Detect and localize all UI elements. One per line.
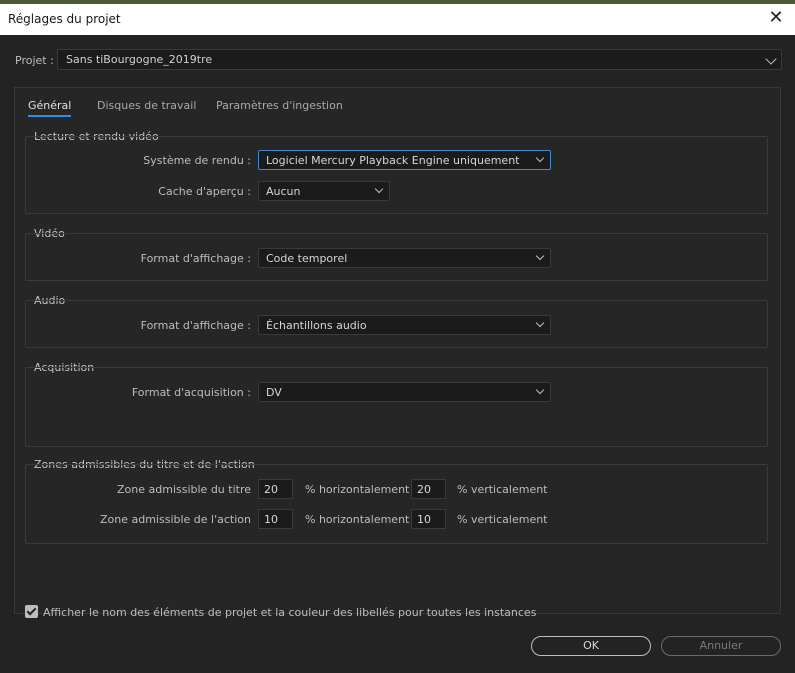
chevron-down-icon [535,318,545,328]
tab-general[interactable]: Général [28,99,72,117]
video-display-format-select[interactable]: Code temporel [258,248,551,268]
action-safe-horizontal-unit: % horizontalement [305,513,410,526]
dialog-body: Projet : Sans tiBourgogne_2019tre Généra… [0,35,795,673]
chevron-down-icon [535,251,545,261]
chevron-down-icon [535,385,545,395]
capture-format-select[interactable]: DV [258,382,551,402]
show-names-label: Afficher le nom des éléments de projet e… [43,606,537,619]
show-names-checkbox[interactable] [25,605,38,618]
renderer-select[interactable]: Logiciel Mercury Playback Engine uniquem… [258,150,551,170]
chevron-down-icon [765,53,777,65]
action-safe-vertical-unit: % verticalement [457,513,548,526]
audio-display-format-label: Format d'affichage : [140,319,251,332]
group-box-safe-margins [25,464,768,544]
group-box-playback [25,136,768,214]
title-safe-label: Zone admissible du titre [117,483,251,496]
chevron-down-icon [535,153,545,163]
action-safe-horizontal-input[interactable]: 10 [258,509,293,529]
renderer-label: Système de rendu : [143,154,251,167]
window-title: Réglages du projet [8,12,121,26]
video-display-format-label: Format d'affichage : [140,252,251,265]
ok-button[interactable]: OK [531,636,651,656]
preview-cache-select-value: Aucun [266,185,301,198]
settings-panel: Général Disques de travail Paramètres d'… [14,87,781,619]
group-box-capture [25,367,768,447]
project-select[interactable]: Sans tiBourgogne_2019tre [57,49,782,70]
project-select-value: Sans tiBourgogne_2019tre [66,53,213,66]
title-safe-horizontal-unit: % horizontalement [305,483,410,496]
video-display-format-value: Code temporel [266,252,348,265]
audio-display-format-value: Échantillons audio [266,319,367,332]
tab-scratch-disks[interactable]: Disques de travail [97,99,196,112]
action-safe-vertical-input[interactable]: 10 [411,509,446,529]
action-safe-label: Zone admissible de l'action [99,513,251,526]
action-safe-horizontal-value: 10 [264,513,278,526]
capture-format-value: DV [266,386,282,399]
preview-cache-select[interactable]: Aucun [258,181,390,201]
preview-cache-label: Cache d'aperçu : [158,185,251,198]
title-safe-vertical-unit: % verticalement [457,483,548,496]
action-safe-vertical-value: 10 [417,513,431,526]
capture-format-label: Format d'acquisition : [131,386,251,399]
title-safe-horizontal-input[interactable]: 20 [258,479,293,499]
title-safe-vertical-value: 20 [417,483,431,496]
renderer-select-value: Logiciel Mercury Playback Engine uniquem… [266,154,520,167]
title-safe-horizontal-value: 20 [264,483,278,496]
chevron-down-icon [374,184,384,194]
close-icon[interactable]: ✕ [765,7,787,29]
project-label: Projet : [15,54,54,67]
tab-ingest-settings[interactable]: Paramètres d'ingestion [216,99,343,112]
cancel-button[interactable]: Annuler [661,636,781,656]
audio-display-format-select[interactable]: Échantillons audio [258,315,551,335]
title-safe-vertical-input[interactable]: 20 [411,479,446,499]
title-bar: Réglages du projet ✕ [0,0,795,35]
